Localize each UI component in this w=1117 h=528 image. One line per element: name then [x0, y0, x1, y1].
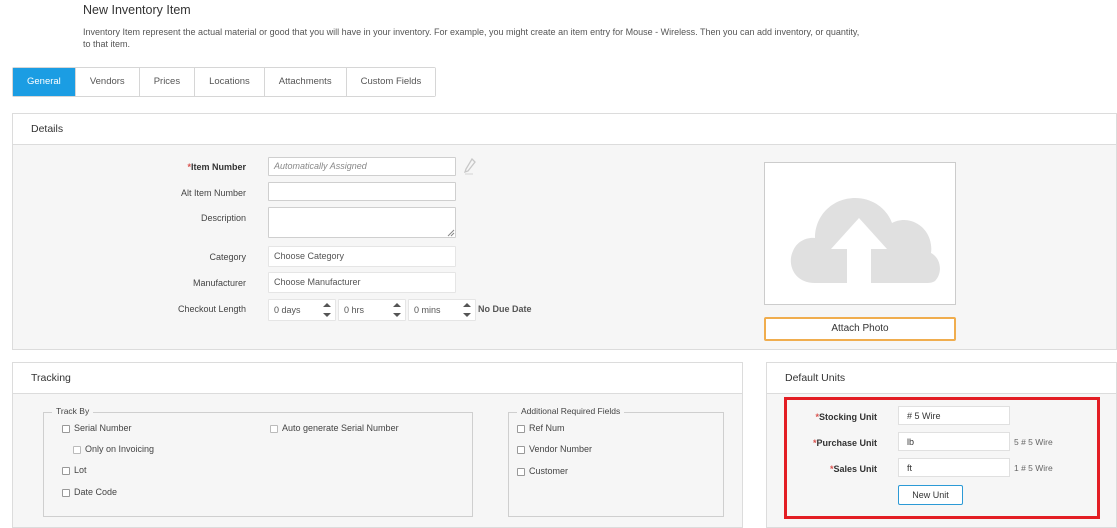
checkout-mins-stepper[interactable]: 0 mins: [408, 299, 476, 321]
cloud-upload-icon: [790, 198, 940, 285]
sales-unit-label: *Sales Unit: [829, 464, 877, 474]
lot-option[interactable]: Lot: [62, 465, 87, 475]
page-description: Inventory Item represent the actual mate…: [83, 27, 860, 49]
purchase-unit-conversion: 5 # 5 Wire: [1014, 437, 1053, 447]
item-number-input[interactable]: Automatically Assigned: [268, 157, 456, 176]
tab-attachments[interactable]: Attachments: [264, 68, 347, 96]
tab-vendors[interactable]: Vendors: [75, 68, 140, 96]
manufacturer-label: Manufacturer: [192, 278, 246, 288]
checkout-hrs-value: 0 hrs: [344, 305, 365, 315]
checkout-mins-value: 0 mins: [414, 305, 441, 315]
pencil-icon[interactable]: [463, 157, 477, 176]
spinner-arrows-icon[interactable]: [392, 303, 402, 317]
additional-fields-group: Additional Required Fields Ref Num Vendo…: [508, 406, 724, 517]
resize-handle-icon[interactable]: [447, 229, 455, 237]
category-select[interactable]: Choose Category: [268, 246, 456, 267]
ref-num-option[interactable]: Ref Num: [517, 423, 565, 433]
date-code-option[interactable]: Date Code: [62, 487, 117, 497]
new-unit-button[interactable]: New Unit: [898, 485, 963, 505]
spinner-arrows-icon[interactable]: [322, 303, 332, 317]
only-on-invoicing-option[interactable]: Only on Invoicing: [73, 444, 154, 454]
tracking-header: Tracking: [13, 363, 742, 394]
details-header: Details: [13, 114, 1116, 145]
customer-checkbox[interactable]: [517, 467, 525, 476]
track-by-group: Track By Serial Number Only on Invoicing…: [43, 406, 473, 517]
checkout-days-value: 0 days: [274, 305, 301, 315]
tracking-panel: Tracking Track By Serial Number Only on …: [12, 362, 743, 528]
purchase-unit-input[interactable]: lb: [898, 432, 1010, 451]
tab-locations[interactable]: Locations: [195, 68, 265, 96]
tab-general[interactable]: General: [13, 68, 76, 96]
photo-placeholder[interactable]: [764, 162, 956, 305]
attach-photo-button[interactable]: Attach Photo: [764, 317, 956, 341]
manufacturer-select[interactable]: Choose Manufacturer: [268, 272, 456, 293]
vendor-number-checkbox[interactable]: [517, 445, 525, 454]
ref-num-checkbox[interactable]: [517, 424, 525, 433]
date-code-checkbox[interactable]: [62, 488, 70, 497]
description-textarea[interactable]: [268, 207, 456, 238]
item-number-label: *Item Number: [187, 162, 246, 172]
lot-checkbox[interactable]: [62, 466, 70, 475]
stocking-unit-label: *Stocking Unit: [815, 412, 877, 422]
serial-number-checkbox[interactable]: [62, 424, 70, 433]
only-on-invoicing-checkbox[interactable]: [73, 445, 81, 454]
default-units-highlight: *Stocking Unit # 5 Wire *Purchase Unit l…: [784, 397, 1100, 519]
spinner-arrows-icon[interactable]: [462, 303, 472, 317]
sales-unit-input[interactable]: ft: [898, 458, 1010, 477]
tab-prices[interactable]: Prices: [139, 68, 196, 96]
customer-option[interactable]: Customer: [517, 466, 568, 476]
vendor-number-option[interactable]: Vendor Number: [517, 444, 592, 454]
no-due-date-text: No Due Date: [478, 304, 532, 314]
tab-custom-fields[interactable]: Custom Fields: [346, 68, 436, 96]
additional-fields-legend: Additional Required Fields: [517, 406, 625, 416]
serial-number-option[interactable]: Serial Number: [62, 423, 132, 433]
default-units-header: Default Units: [767, 363, 1116, 394]
alt-item-number-input[interactable]: [268, 182, 456, 201]
checkout-length-label: Checkout Length: [177, 304, 246, 314]
sales-unit-conversion: 1 # 5 Wire: [1014, 463, 1053, 473]
track-by-legend: Track By: [52, 406, 94, 416]
stocking-unit-input[interactable]: # 5 Wire: [898, 406, 1010, 425]
auto-serial-checkbox[interactable]: [270, 424, 278, 433]
page-title: New Inventory Item: [83, 3, 191, 17]
description-label: Description: [200, 213, 246, 223]
alt-item-number-label: Alt Item Number: [180, 188, 246, 198]
auto-serial-option[interactable]: Auto generate Serial Number: [270, 423, 399, 433]
checkout-days-stepper[interactable]: 0 days: [268, 299, 336, 321]
purchase-unit-label: *Purchase Unit: [812, 438, 877, 448]
checkout-hrs-stepper[interactable]: 0 hrs: [338, 299, 406, 321]
tab-bar: General Vendors Prices Locations Attachm…: [12, 67, 437, 97]
details-panel: Details *Item Number Automatically Assig…: [12, 113, 1117, 350]
category-label: Category: [209, 252, 246, 262]
